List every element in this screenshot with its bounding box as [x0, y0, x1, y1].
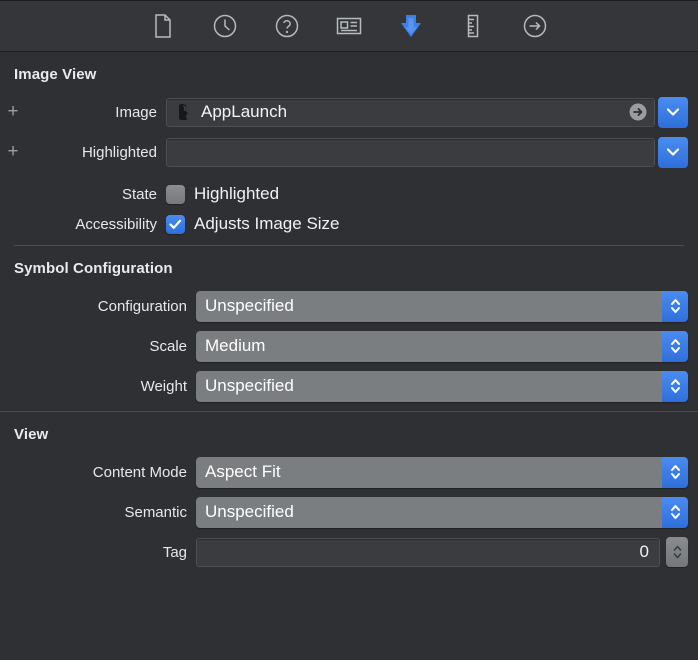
tag-input[interactable]: 0 [196, 537, 660, 567]
content-mode-label: Content Mode [92, 463, 187, 481]
state-highlighted-checkbox[interactable] [166, 184, 185, 204]
semantic-value: Unspecified [196, 496, 662, 528]
semantic-label: Semantic [124, 503, 187, 521]
attributes-inspector-icon[interactable] [396, 11, 426, 41]
state-label: State [121, 185, 157, 203]
tag-stepper[interactable] [666, 537, 688, 567]
accessibility-row: Accessibility Adjusts Image Size [0, 209, 698, 239]
image-input[interactable]: AppLaunch [166, 97, 655, 127]
content-mode-select[interactable]: Aspect Fit [196, 456, 688, 488]
tag-label: Tag [162, 543, 187, 561]
identity-inspector-icon[interactable] [334, 11, 364, 41]
arrow-right-circle-icon[interactable] [628, 102, 648, 122]
tag-row: Tag 0 [0, 535, 698, 569]
image-value: AppLaunch [201, 102, 288, 121]
accessibility-label: Accessibility [75, 215, 157, 233]
scale-row: Scale Medium [0, 329, 698, 363]
state-highlighted-checkbox-label: Highlighted [194, 184, 280, 203]
highlighted-add-button[interactable]: + [0, 142, 26, 163]
image-row: + Image AppLaunch [0, 95, 698, 129]
configuration-value: Unspecified [196, 290, 662, 322]
semantic-select[interactable]: Unspecified [196, 496, 688, 528]
adjusts-image-size-checkbox-label: Adjusts Image Size [194, 214, 340, 233]
highlighted-input[interactable] [166, 137, 655, 167]
image-view-section-title: Image View [14, 66, 97, 83]
app-launch-thumbnail-icon [173, 101, 195, 123]
image-label: Image [115, 103, 157, 121]
attributes-inspector-panel: Image View + Image AppLaunch + Highlight… [0, 52, 698, 569]
highlighted-dropdown-button[interactable] [658, 136, 688, 168]
highlighted-label: Highlighted [81, 143, 157, 161]
view-section-title: View [14, 426, 49, 443]
help-inspector-icon[interactable] [272, 11, 302, 41]
connections-inspector-icon[interactable] [520, 11, 550, 41]
configuration-label: Configuration [97, 297, 187, 315]
state-row: State Highlighted [0, 179, 698, 209]
configuration-row: Configuration Unspecified [0, 289, 698, 323]
symbol-configuration-section-title: Symbol Configuration [14, 260, 173, 277]
chevron-up-down-icon[interactable] [662, 456, 688, 488]
image-add-button[interactable]: + [0, 102, 26, 123]
scale-label: Scale [149, 337, 187, 355]
adjusts-image-size-checkbox[interactable] [166, 214, 185, 234]
weight-row: Weight Unspecified [0, 369, 698, 403]
chevron-up-down-icon[interactable] [662, 290, 688, 322]
history-inspector-icon[interactable] [210, 11, 240, 41]
weight-label: Weight [140, 377, 187, 395]
scale-select[interactable]: Medium [196, 330, 688, 362]
semantic-row: Semantic Unspecified [0, 495, 698, 529]
content-mode-row: Content Mode Aspect Fit [0, 455, 698, 489]
configuration-select[interactable]: Unspecified [196, 290, 688, 322]
chevron-up-down-icon[interactable] [662, 496, 688, 528]
file-inspector-icon[interactable] [148, 11, 178, 41]
highlighted-row: + Highlighted [0, 135, 698, 169]
weight-select[interactable]: Unspecified [196, 370, 688, 402]
content-mode-value: Aspect Fit [196, 456, 662, 488]
image-dropdown-button[interactable] [658, 96, 688, 128]
weight-value: Unspecified [196, 370, 662, 402]
chevron-up-down-icon[interactable] [662, 330, 688, 362]
inspector-toolbar [0, 0, 698, 52]
scale-value: Medium [196, 330, 662, 362]
chevron-up-down-icon[interactable] [662, 370, 688, 402]
size-inspector-icon[interactable] [458, 11, 488, 41]
